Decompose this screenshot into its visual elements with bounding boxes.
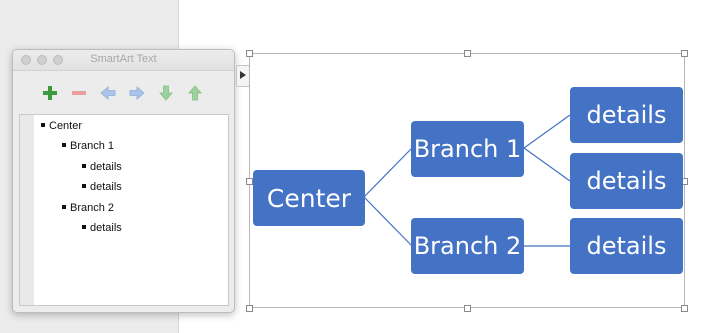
connector-center-branch-2: [363, 196, 413, 247]
node-center[interactable]: Center: [253, 170, 365, 226]
connector-branch-1-details-2: [523, 147, 571, 182]
node-branch-1[interactable]: Branch 1: [411, 121, 524, 177]
connector-branch-1-details-1: [523, 114, 571, 149]
connector-center-branch-1: [363, 147, 413, 198]
node-branch-2[interactable]: Branch 2: [411, 218, 524, 274]
node-details-1[interactable]: details: [570, 87, 683, 143]
node-details-3[interactable]: details: [570, 218, 683, 274]
node-details-2[interactable]: details: [570, 153, 683, 209]
